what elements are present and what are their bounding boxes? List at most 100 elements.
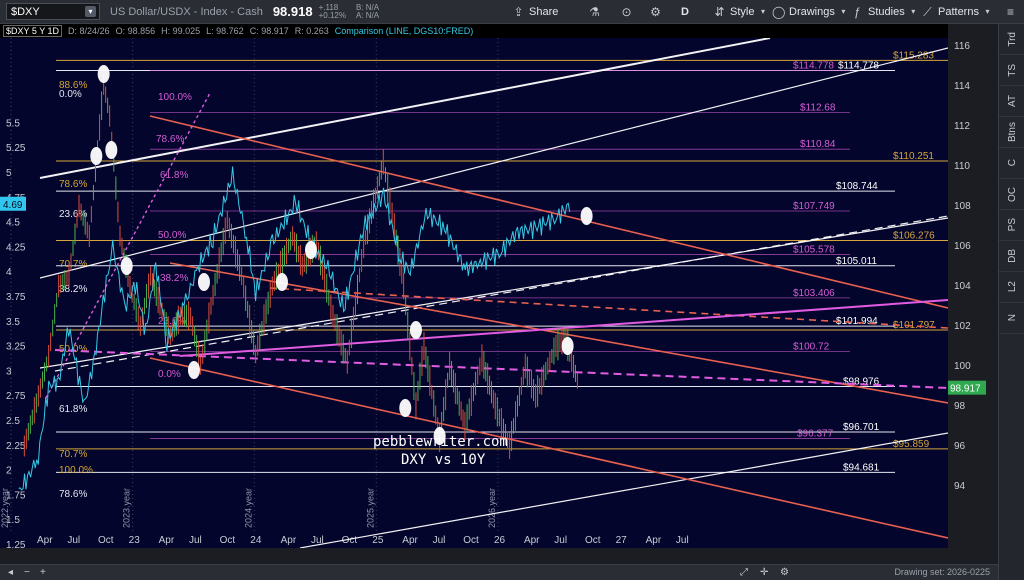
info-comparison[interactable]: Comparison (LINE, DGS10:FRED)	[335, 26, 474, 36]
yield-tick-label: 4.25	[6, 242, 26, 253]
yield-tick-label: 3.25	[6, 342, 26, 353]
sidebar-item-ps[interactable]: PS	[999, 210, 1024, 241]
gear-button[interactable]: ⚙	[649, 3, 666, 21]
drawings-icon: ◯	[772, 5, 786, 19]
yield-tick-label: 1.25	[6, 540, 26, 548]
time-tick-label: 27	[616, 535, 628, 546]
price-chart[interactable]: 5.55.2554.754.54.2543.753.53.2532.752.52…	[0, 38, 948, 548]
magenta-level-label: $107.749	[793, 201, 835, 212]
magenta-level-label: $105.578	[793, 244, 835, 255]
fib-left-label: 0.0%	[59, 89, 82, 100]
period-label: D	[681, 6, 689, 18]
cursor-icon[interactable]: ✛	[760, 567, 768, 578]
gear-icon: ⚙	[650, 5, 661, 19]
share-button[interactable]: ⇪ Share	[512, 3, 558, 21]
studies-icon: ƒ	[854, 5, 861, 19]
price-tick-label: 98	[954, 401, 966, 412]
drawings-label: Drawings	[789, 6, 835, 18]
magenta-level-label: $96.377	[797, 428, 834, 439]
chevron-down-icon: ▾	[841, 7, 846, 16]
magenta-level-label: $112.68	[800, 102, 836, 113]
chevron-down-icon: ▾	[985, 7, 990, 16]
price-axis[interactable]: 11811611411211010810610410210098969498.9…	[948, 1, 998, 548]
time-tick-label: 24	[250, 535, 262, 546]
time-axis-strip[interactable]	[0, 548, 948, 564]
fib-left-label: 61.8%	[59, 404, 87, 415]
fib-left-label: 70.7%	[59, 259, 87, 270]
yield-tick-label: 2.75	[6, 391, 26, 402]
pin-button[interactable]: ⊙	[620, 3, 637, 21]
price-tick-label: 106	[954, 241, 971, 252]
chevron-down-icon: ▾	[911, 7, 916, 16]
time-tick-label: Apr	[281, 535, 297, 546]
pivot-marker	[120, 257, 133, 275]
sidebar-item-trd[interactable]: Trd	[999, 24, 1024, 55]
price-tick-label: 96	[954, 441, 966, 452]
menu-button[interactable]: ≡	[1004, 3, 1021, 21]
fib-left-label: 100.0%	[59, 465, 93, 476]
studies-button[interactable]: ƒ Studies ▾	[851, 3, 924, 21]
magenta-level-label: $114.778	[793, 60, 834, 71]
bottom-bar: ◂ − + ⤢ ✛ ⚙ Drawing set: 2026-0225	[0, 564, 998, 580]
info-low: L: 98.762	[206, 26, 244, 36]
fib-magenta-label: 50.0%	[158, 230, 186, 241]
time-tick-label: Apr	[37, 535, 53, 546]
settings-icon[interactable]: ⚙	[780, 567, 789, 578]
flask-icon: ⚗	[589, 5, 600, 19]
price-tick-label: 104	[954, 281, 971, 292]
pivot-marker	[399, 399, 412, 417]
time-tick-label: Oct	[463, 535, 479, 546]
share-icon: ⇪	[513, 5, 524, 19]
sidebar-item-c[interactable]: C	[999, 148, 1024, 179]
white-level-label: $108.744	[836, 181, 878, 192]
patterns-label: Patterns	[938, 6, 979, 18]
pivot-marker	[90, 147, 103, 165]
sidebar-label: DB	[1006, 249, 1018, 263]
style-button[interactable]: ⇵ Style ▾	[713, 3, 773, 21]
pivot-marker	[561, 337, 574, 355]
scroll-left-icon[interactable]: ◂	[8, 567, 13, 578]
sidebar-item-oc[interactable]: OC	[999, 179, 1024, 210]
chart-canvas[interactable]: 5.55.2554.754.54.2543.753.53.2532.752.52…	[0, 38, 948, 548]
zoom-in-icon[interactable]: +	[40, 567, 46, 578]
app-window: $DXY ▾ US Dollar/USDX - Index - Cash 98.…	[0, 0, 1024, 580]
flask-button[interactable]: ⚗	[588, 3, 605, 21]
time-tick-label: Oct	[220, 535, 236, 546]
zoom-out-icon[interactable]: −	[24, 567, 30, 578]
symbol-input[interactable]: $DXY ▾	[6, 3, 100, 20]
fib-magenta-label: 0.0%	[158, 369, 181, 380]
time-tick-label: Oct	[98, 535, 114, 546]
yield-tick-label: 3	[6, 366, 12, 377]
expand-icon[interactable]: ⤢	[740, 567, 748, 578]
price-tick-label: 110	[954, 161, 970, 172]
sidebar-item-n[interactable]: N	[999, 303, 1024, 334]
white-level-label: $96.701	[843, 422, 880, 433]
change-block: +.118 +0.12%	[319, 3, 346, 20]
year-label: 2023.year	[122, 488, 132, 528]
price-tick-label: 94	[954, 481, 966, 492]
period-button[interactable]: D	[681, 3, 689, 21]
time-tick-label: Jul	[676, 535, 689, 546]
time-tick-label: Jul	[189, 535, 202, 546]
yield-tick-label: 5.25	[6, 143, 26, 154]
pivot-marker	[187, 361, 200, 379]
sidebar-item-db[interactable]: DB	[999, 241, 1024, 272]
time-tick-label: Apr	[159, 535, 175, 546]
sidebar-item-l2[interactable]: L2	[999, 272, 1024, 303]
info-symbol[interactable]: $DXY 5 Y 1D	[3, 25, 63, 37]
price-tick-label: 114	[954, 81, 970, 92]
sidebar-label: Trd	[1006, 31, 1018, 47]
sidebar-item-btns[interactable]: Btns	[999, 117, 1024, 148]
pivot-marker	[304, 241, 317, 259]
gold-level-label: $115.283	[893, 50, 934, 61]
symbol-description: US Dollar/USDX - Index - Cash	[110, 5, 263, 18]
fib-left-label: 70.7%	[59, 449, 87, 460]
white-level-label: $94.681	[843, 462, 880, 473]
drawings-button[interactable]: ◯ Drawings ▾	[772, 3, 854, 21]
symbol-dropdown-icon[interactable]: ▾	[85, 6, 96, 17]
time-tick-label: 26	[494, 535, 506, 546]
sidebar-item-ts[interactable]: TS	[999, 55, 1024, 86]
yield-tick-label: 4.5	[6, 218, 20, 229]
sidebar-item-at[interactable]: AT	[999, 86, 1024, 117]
patterns-button[interactable]: ⟋ Patterns ▾	[921, 3, 998, 21]
